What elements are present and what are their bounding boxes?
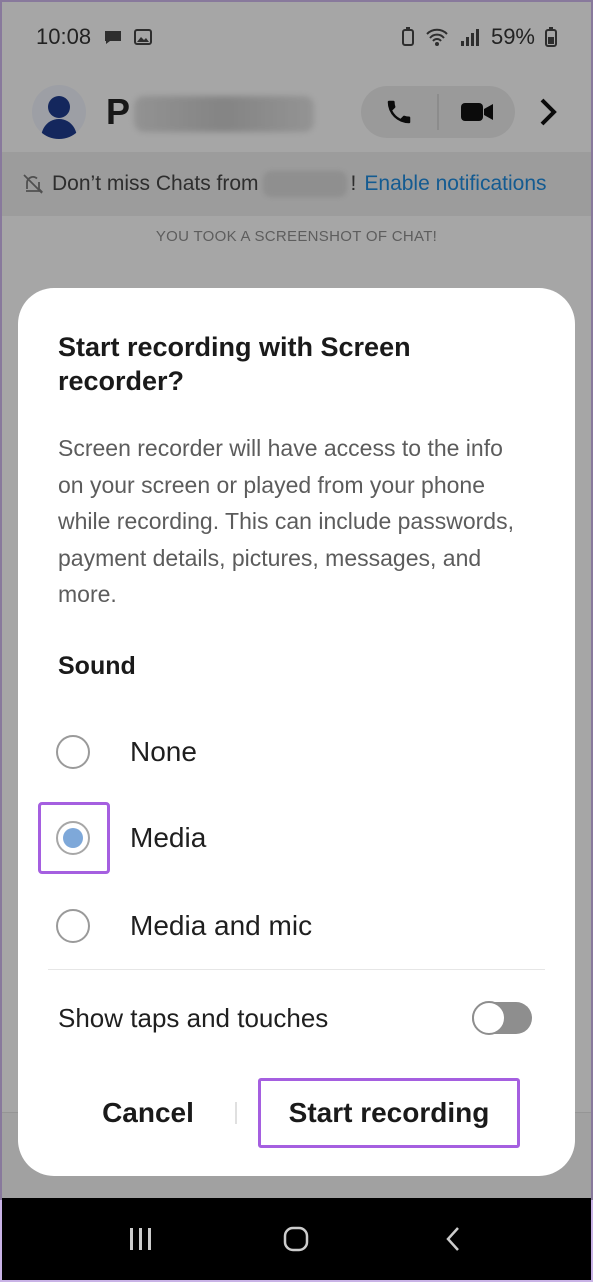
radio-media-and-mic[interactable] — [56, 909, 90, 943]
screen-recorder-dialog: Start recording with Screen recorder? Sc… — [18, 288, 575, 1176]
sound-option-media-and-mic[interactable]: Media and mic — [56, 896, 536, 956]
navigation-bar — [2, 1198, 591, 1280]
sound-option-none[interactable]: None — [56, 722, 536, 782]
radio-none[interactable] — [56, 735, 90, 769]
dialog-title: Start recording with Screen recorder? — [58, 332, 411, 396]
show-taps-row[interactable]: Show taps and touches — [58, 988, 532, 1048]
radio-label: Media — [130, 822, 207, 853]
show-taps-toggle[interactable] — [472, 1001, 532, 1035]
sound-option-media[interactable]: Media — [56, 808, 536, 868]
radio-label: None — [130, 736, 197, 767]
media-radio-highlight — [38, 802, 110, 874]
sound-heading: Sound — [58, 652, 136, 680]
start-recording-button[interactable]: Start recording — [258, 1078, 520, 1148]
radio-label: Media and mic — [130, 910, 313, 941]
back-button[interactable] — [433, 1219, 473, 1259]
cancel-button[interactable]: Cancel — [78, 1078, 218, 1148]
back-icon — [446, 1227, 459, 1251]
home-icon — [284, 1226, 309, 1252]
divider — [48, 969, 545, 970]
home-button[interactable] — [276, 1219, 316, 1259]
toggle-knob — [472, 1001, 506, 1035]
recents-icon — [130, 1228, 152, 1250]
dialog-body: Screen recorder will have access to the … — [58, 435, 514, 607]
recents-button[interactable] — [120, 1219, 160, 1259]
show-taps-label: Show taps and touches — [58, 1002, 329, 1033]
